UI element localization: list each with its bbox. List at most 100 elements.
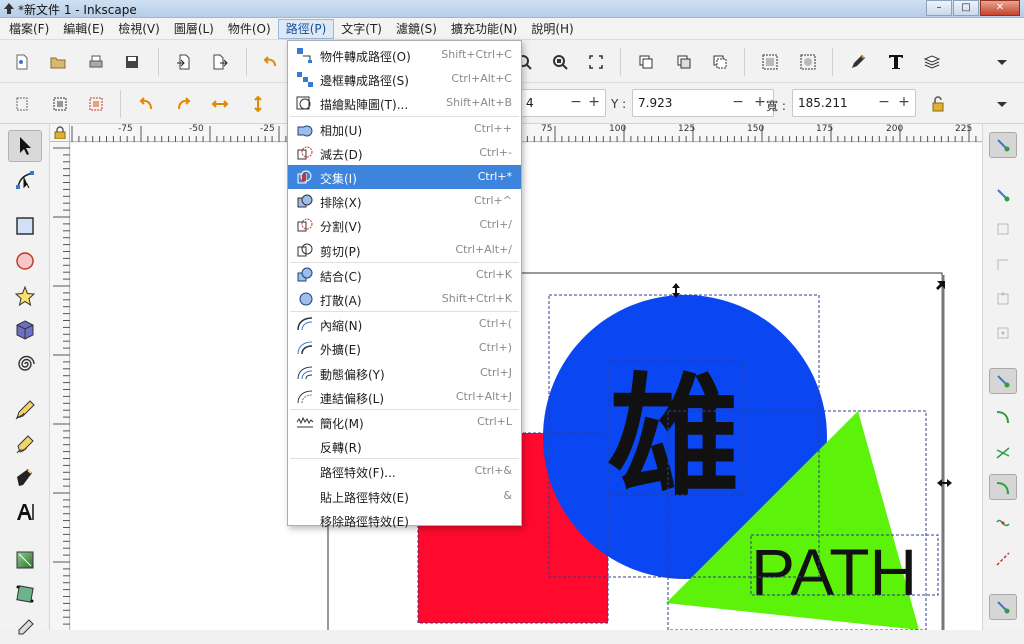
x-field[interactable]: 4 − + bbox=[520, 89, 606, 117]
snap-bbox-corner-icon[interactable] bbox=[989, 252, 1017, 278]
maximize-icon[interactable]: □ bbox=[953, 0, 979, 16]
calligraphy-tool-icon[interactable] bbox=[8, 462, 42, 494]
close-icon[interactable]: ✕ bbox=[980, 0, 1020, 16]
dropper-tool-icon[interactable] bbox=[8, 612, 42, 644]
snap-intersections-icon[interactable] bbox=[989, 440, 1017, 466]
print-icon[interactable] bbox=[84, 50, 108, 74]
path-menu-item[interactable]: 路徑特效(F)... Ctrl+& bbox=[288, 459, 521, 483]
rectangle-tool-icon[interactable] bbox=[8, 210, 42, 242]
path-menu-item[interactable]: 貼上路徑特效(E) & bbox=[288, 484, 521, 508]
path-text[interactable]: PATH bbox=[751, 535, 917, 609]
snap-bbox-icon[interactable] bbox=[989, 182, 1017, 208]
snap-smooth-nodes-icon[interactable] bbox=[989, 510, 1017, 536]
x-plus-icon[interactable]: + bbox=[587, 94, 601, 110]
zoom-page-icon[interactable] bbox=[548, 50, 572, 74]
y-minus-icon[interactable]: − bbox=[731, 94, 745, 110]
node-tool-icon[interactable] bbox=[8, 164, 42, 196]
star-tool-icon[interactable] bbox=[8, 280, 42, 312]
path-menu-item[interactable]: 結合(C) Ctrl+K bbox=[288, 263, 521, 287]
lock-ratio-icon[interactable] bbox=[926, 92, 950, 116]
path-menu-item[interactable]: 減去(D) Ctrl+- bbox=[288, 141, 521, 165]
zoom-fit-icon[interactable] bbox=[584, 50, 608, 74]
vertical-ruler[interactable] bbox=[50, 142, 70, 630]
mesh-tool-icon[interactable] bbox=[8, 578, 42, 610]
path-menu-item[interactable]: 反轉(R) bbox=[288, 434, 521, 458]
layers-icon[interactable] bbox=[920, 50, 944, 74]
select-all-icon[interactable] bbox=[10, 92, 34, 116]
rotate-cw-icon[interactable] bbox=[172, 92, 196, 116]
snap-bbox-midpoint-icon[interactable] bbox=[989, 286, 1017, 312]
clone-icon[interactable] bbox=[672, 50, 696, 74]
group-icon[interactable] bbox=[758, 50, 782, 74]
menu-path[interactable]: 路徑(P) bbox=[277, 18, 335, 39]
deselect-icon[interactable] bbox=[84, 92, 108, 116]
path-menu-item[interactable]: 描繪點陣圖(T)... Shift+Alt+B bbox=[288, 91, 521, 115]
new-document-icon[interactable] bbox=[10, 50, 34, 74]
spiral-tool-icon[interactable] bbox=[8, 348, 42, 380]
menu-layer[interactable]: 圖層(L) bbox=[167, 19, 221, 39]
undo-icon[interactable] bbox=[258, 50, 282, 74]
ellipse-tool-icon[interactable] bbox=[8, 245, 42, 277]
menu-object[interactable]: 物件(O) bbox=[221, 19, 278, 39]
menu-text[interactable]: 文字(T) bbox=[334, 19, 389, 39]
export-icon[interactable] bbox=[208, 50, 232, 74]
snap-line-midpoints-icon[interactable] bbox=[989, 546, 1017, 572]
3d-box-tool-icon[interactable] bbox=[8, 314, 42, 346]
path-menu-item[interactable]: 交集(I) Ctrl+* bbox=[288, 165, 521, 189]
open-folder-icon[interactable] bbox=[46, 50, 70, 74]
controls-overflow-icon[interactable] bbox=[990, 92, 1014, 116]
path-menu-item[interactable]: 分割(V) Ctrl+/ bbox=[288, 213, 521, 237]
minimize-icon[interactable]: – bbox=[926, 0, 952, 16]
w-plus-icon[interactable]: + bbox=[897, 94, 911, 110]
y-plus-icon[interactable]: + bbox=[753, 94, 767, 110]
drawing-canvas[interactable]: 雄 PATH bbox=[71, 143, 982, 630]
path-menu-item[interactable]: 打散(A) Shift+Ctrl+K bbox=[288, 287, 521, 311]
text-font-icon[interactable] bbox=[884, 50, 908, 74]
duplicate-icon[interactable] bbox=[634, 50, 658, 74]
menu-view[interactable]: 檢視(V) bbox=[111, 19, 167, 39]
path-menu-item[interactable]: 相加(U) Ctrl++ bbox=[288, 117, 521, 141]
w-field[interactable]: 185.211 − + bbox=[792, 89, 916, 117]
text-tool-icon[interactable] bbox=[8, 496, 42, 528]
path-menu-item[interactable]: 內縮(N) Ctrl+( bbox=[288, 312, 521, 336]
x-minus-icon[interactable]: − bbox=[569, 94, 583, 110]
pen-tool-icon[interactable] bbox=[8, 428, 42, 460]
fill-stroke-icon[interactable] bbox=[846, 50, 870, 74]
flip-vertical-icon[interactable] bbox=[246, 92, 270, 116]
path-menu-item[interactable]: 簡化(M) Ctrl+L bbox=[288, 410, 521, 434]
save-icon[interactable] bbox=[120, 50, 144, 74]
snap-cusp-nodes-icon[interactable] bbox=[989, 474, 1017, 500]
snap-paths-icon[interactable] bbox=[989, 404, 1017, 430]
gradient-tool-icon[interactable] bbox=[8, 544, 42, 576]
menu-help[interactable]: 說明(H) bbox=[524, 19, 580, 39]
snap-bbox-center-icon[interactable] bbox=[989, 320, 1017, 346]
menu-extensions[interactable]: 擴充功能(N) bbox=[444, 19, 524, 39]
path-menu-item[interactable]: 移除路徑特效(E) bbox=[288, 508, 521, 532]
y-field[interactable]: 7.923 − + bbox=[632, 89, 774, 117]
w-minus-icon[interactable]: − bbox=[877, 94, 891, 110]
path-menu-item[interactable]: 動態偏移(Y) Ctrl+J bbox=[288, 361, 521, 385]
snap-toggle-icon[interactable] bbox=[989, 132, 1017, 158]
flip-horizontal-icon[interactable] bbox=[208, 92, 232, 116]
pencil-tool-icon[interactable] bbox=[8, 394, 42, 426]
ungroup-icon[interactable] bbox=[796, 50, 820, 74]
toolbar-overflow-icon[interactable] bbox=[990, 50, 1014, 74]
path-menu-item[interactable]: 邊框轉成路徑(S) Ctrl+Alt+C bbox=[288, 67, 521, 91]
select-all-layers-icon[interactable] bbox=[48, 92, 72, 116]
big-character[interactable]: 雄 bbox=[608, 361, 740, 515]
guide-lock-icon[interactable] bbox=[54, 126, 66, 139]
path-menu-item[interactable]: 排除(X) Ctrl+^ bbox=[288, 189, 521, 213]
path-menu-item[interactable]: 連結偏移(L) Ctrl+Alt+J bbox=[288, 385, 521, 409]
rotate-ccw-icon[interactable] bbox=[134, 92, 158, 116]
import-icon[interactable] bbox=[172, 50, 196, 74]
path-menu-item[interactable]: 剪切(P) Ctrl+Alt+/ bbox=[288, 238, 521, 262]
path-menu-item[interactable]: 外擴(E) Ctrl+) bbox=[288, 336, 521, 360]
snap-nodes-icon[interactable] bbox=[989, 368, 1017, 394]
horizontal-ruler[interactable]: -75 -50 -25 75 100 125 150 175 200 225 bbox=[70, 124, 982, 142]
menu-filters[interactable]: 濾鏡(S) bbox=[389, 19, 444, 39]
menu-file[interactable]: 檔案(F) bbox=[2, 19, 56, 39]
menu-edit[interactable]: 編輯(E) bbox=[56, 19, 111, 39]
path-menu-item[interactable]: 物件轉成路徑(O) Shift+Ctrl+C bbox=[288, 43, 521, 67]
unlink-clone-icon[interactable] bbox=[708, 50, 732, 74]
snap-others-icon[interactable] bbox=[989, 594, 1017, 620]
